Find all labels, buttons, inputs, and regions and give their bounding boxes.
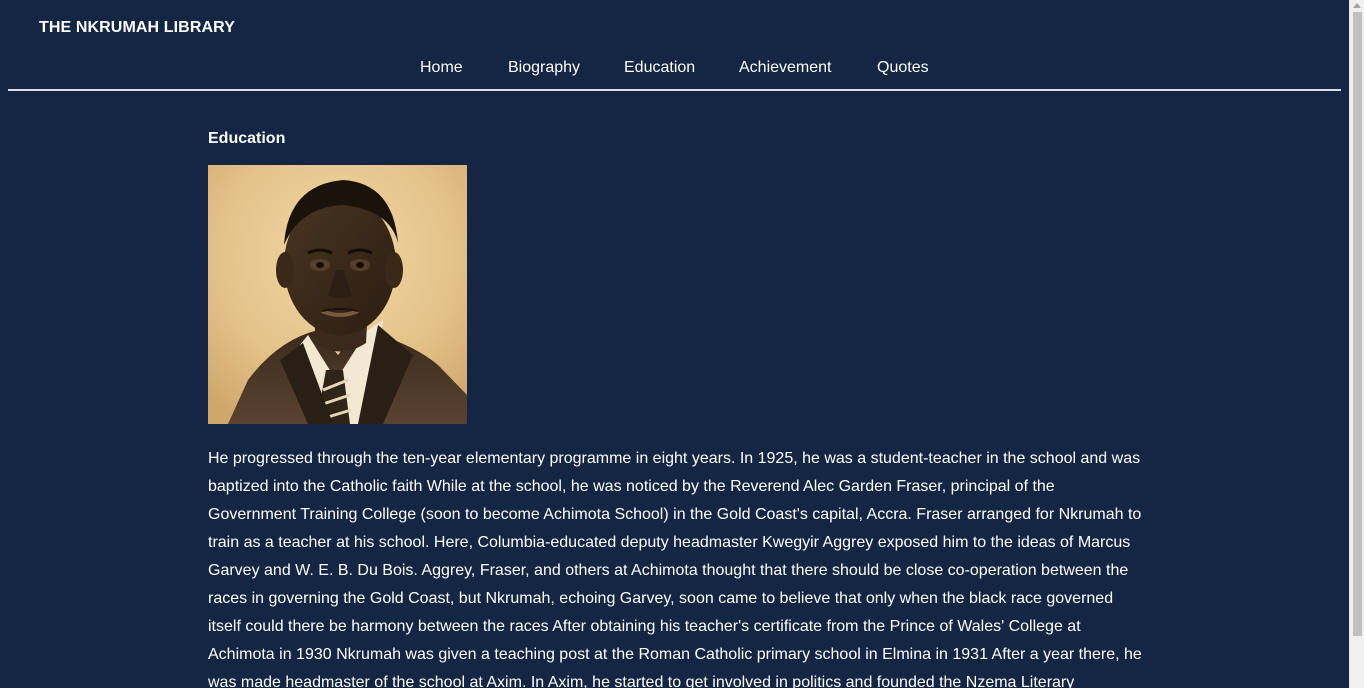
site-title[interactable]: THE NKRUMAH LIBRARY (39, 19, 235, 37)
page: THE NKRUMAH LIBRARY Home Biography Educa… (0, 0, 1364, 688)
vertical-scrollbar[interactable] (1349, 0, 1364, 688)
nav-link-achievement[interactable]: Achievement (739, 59, 832, 77)
scroll-up-arrow-icon[interactable] (1353, 3, 1361, 8)
main-nav: Home Biography Education Achievement Quo… (0, 59, 1349, 81)
browser-viewport: THE NKRUMAH LIBRARY Home Biography Educa… (0, 0, 1349, 688)
nav-divider (8, 89, 1341, 91)
section-heading: Education (208, 130, 286, 147)
education-paragraph: He progressed through the ten-year eleme… (208, 450, 1142, 688)
scrollbar-thumb[interactable] (1353, 12, 1362, 636)
nav-link-biography[interactable]: Biography (508, 59, 580, 77)
nav-link-education[interactable]: Education (624, 59, 695, 77)
portrait-image (208, 165, 467, 424)
nav-link-home[interactable]: Home (420, 59, 463, 77)
nav-link-quotes[interactable]: Quotes (877, 59, 929, 77)
main-content: Education He progressed through the ten-… (208, 130, 1148, 688)
